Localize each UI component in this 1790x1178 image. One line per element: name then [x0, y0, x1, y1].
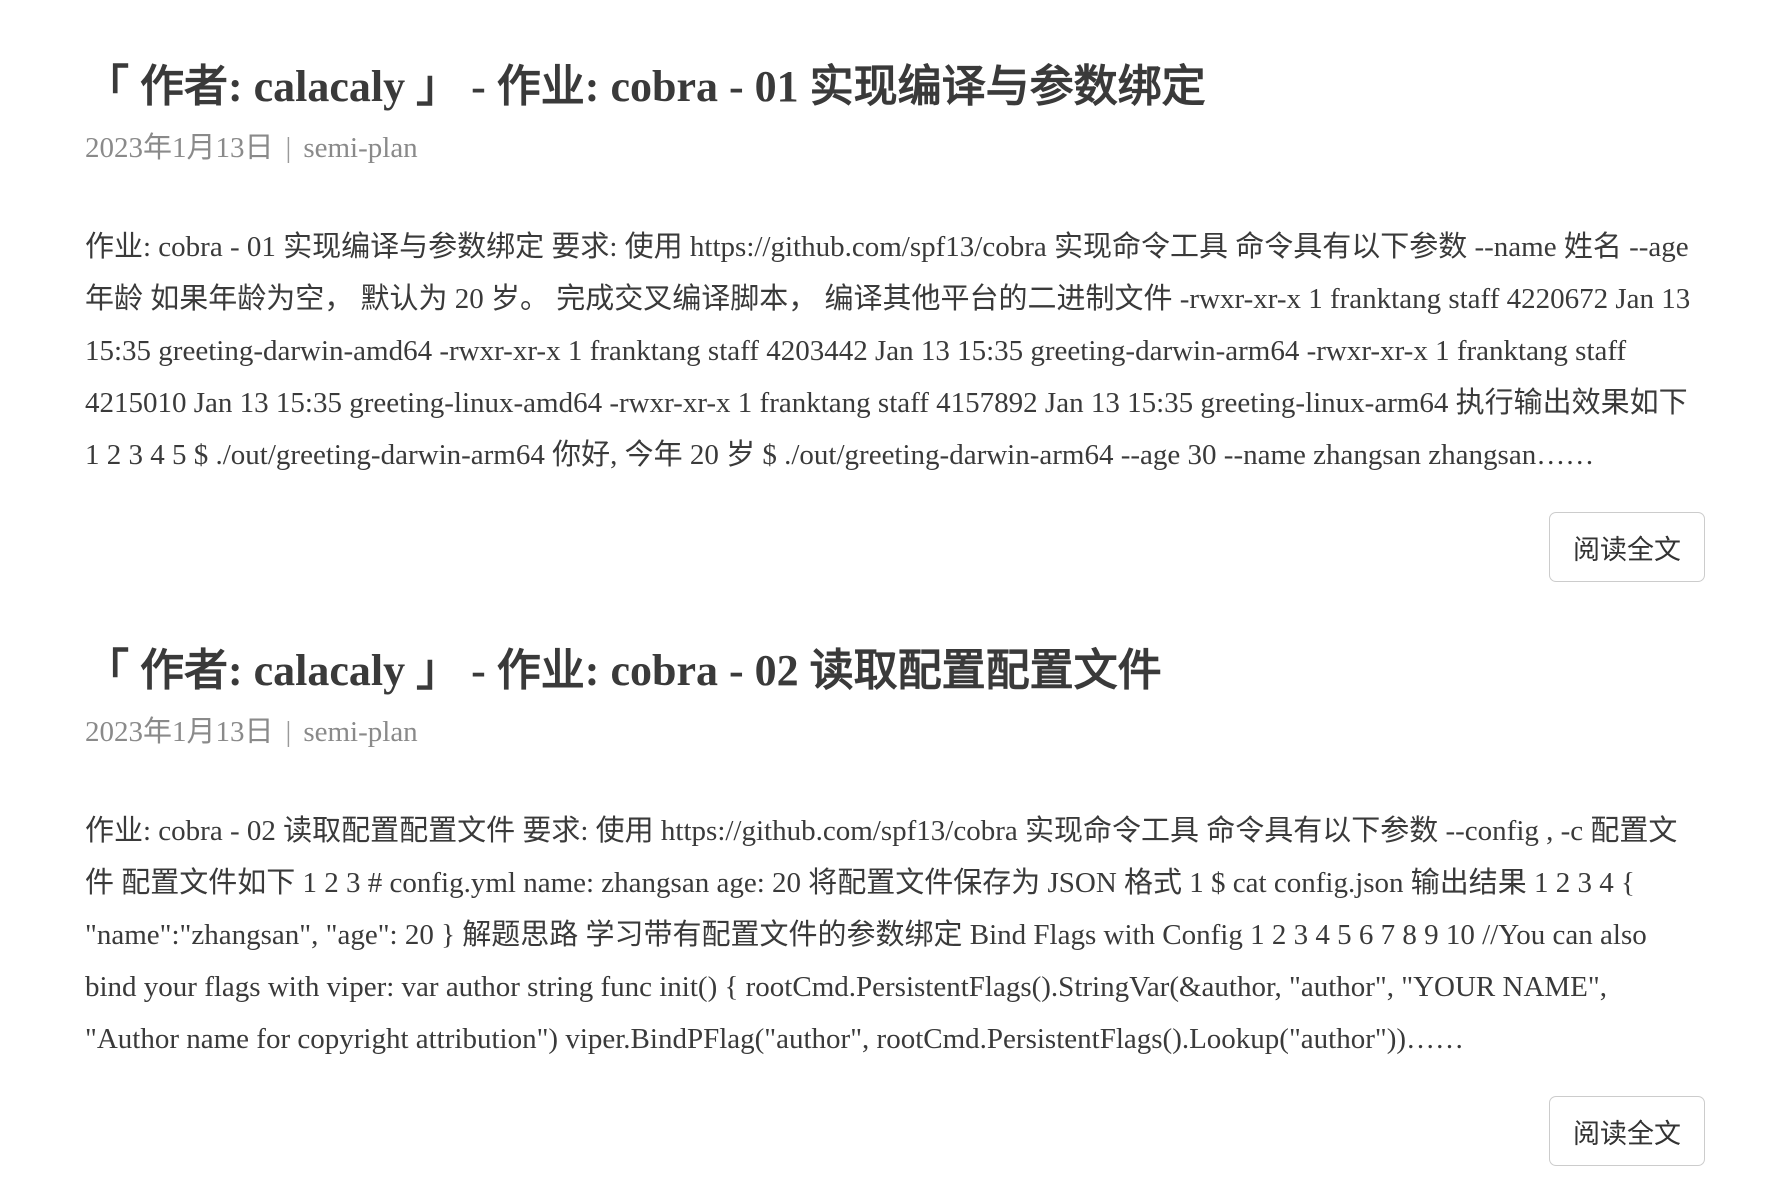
read-more-button[interactable]: 阅读全文	[1549, 1096, 1705, 1166]
post-excerpt: 作业: cobra - 02 读取配置配置文件 要求: 使用 https://g…	[85, 815, 1678, 1055]
meta-separator: |	[285, 132, 292, 164]
post-title-link[interactable]: 「 作者: calacaly 」 - 作业: cobra - 02 读取配置配置…	[85, 641, 1705, 701]
post-date: 2023年1月13日	[85, 132, 274, 164]
post-meta: 2023年1月13日 | semi-plan	[85, 712, 1705, 752]
post-category-link[interactable]: semi-plan	[303, 716, 417, 748]
meta-separator: |	[285, 716, 292, 748]
post-title-link[interactable]: 「 作者: calacaly 」 - 作业: cobra - 01 实现编译与参…	[85, 57, 1705, 117]
post-list: 「 作者: calacaly 」 - 作业: cobra - 01 实现编译与参…	[0, 0, 1790, 1178]
post-meta: 2023年1月13日 | semi-plan	[85, 128, 1705, 168]
post-category-link[interactable]: semi-plan	[303, 132, 417, 164]
post-card: 「 作者: calacaly 」 - 作业: cobra - 01 实现编译与参…	[85, 57, 1705, 582]
read-more-button[interactable]: 阅读全文	[1549, 512, 1705, 582]
post-card: 「 作者: calacaly 」 - 作业: cobra - 02 读取配置配置…	[85, 641, 1705, 1166]
post-date: 2023年1月13日	[85, 716, 274, 748]
post-excerpt: 作业: cobra - 01 实现编译与参数绑定 要求: 使用 https://…	[85, 231, 1691, 471]
